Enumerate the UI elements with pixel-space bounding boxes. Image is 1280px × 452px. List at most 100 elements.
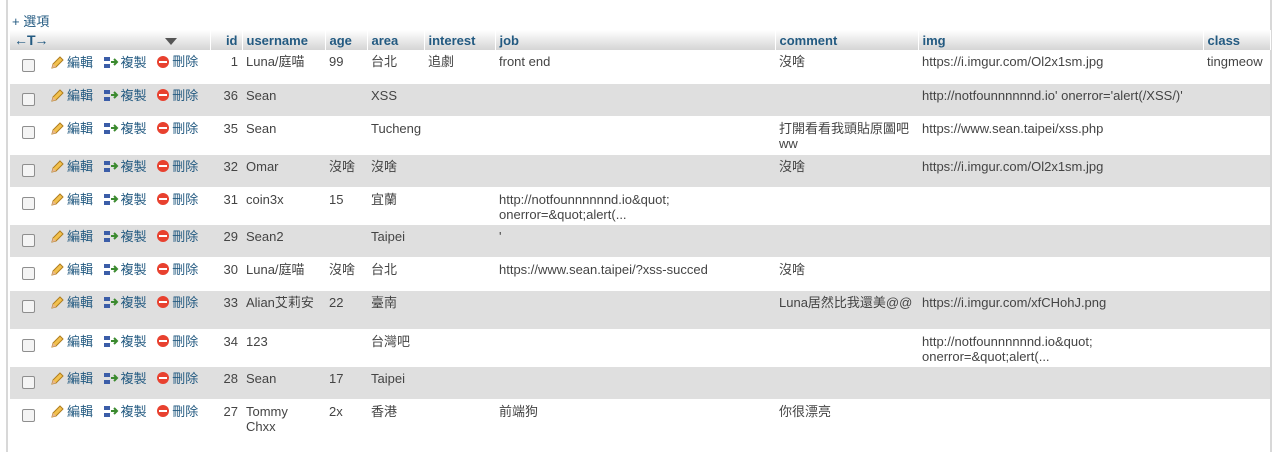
- copy-button[interactable]: 複製: [103, 295, 147, 310]
- copy-button[interactable]: 複製: [103, 121, 147, 136]
- cell-img[interactable]: http://notfounnnnnnd.io&quot; onerror=&q…: [918, 329, 1203, 367]
- cell-interest[interactable]: [424, 257, 495, 291]
- cell-interest[interactable]: [424, 366, 495, 400]
- edit-button[interactable]: 編輯: [50, 404, 93, 419]
- delete-button[interactable]: 刪除: [156, 121, 198, 136]
- cell-age[interactable]: [325, 224, 367, 258]
- copy-button[interactable]: 複製: [103, 371, 147, 386]
- cell-class[interactable]: [1203, 154, 1270, 188]
- edit-button[interactable]: 編輯: [50, 192, 93, 207]
- edit-button[interactable]: 編輯: [50, 262, 93, 277]
- cell-age[interactable]: 沒啥: [325, 257, 367, 291]
- cell-area[interactable]: XSS: [367, 83, 424, 117]
- cell-area[interactable]: 臺南: [367, 290, 424, 330]
- header-area[interactable]: area: [367, 30, 425, 50]
- edit-button[interactable]: 編輯: [50, 88, 93, 103]
- copy-button[interactable]: 複製: [103, 262, 147, 277]
- cell-comment[interactable]: [775, 187, 918, 225]
- cell-img[interactable]: [918, 399, 1203, 438]
- row-checkbox[interactable]: [22, 92, 35, 106]
- cell-comment[interactable]: Luna居然比我還美@@: [775, 290, 918, 330]
- cell-age[interactable]: 22: [325, 290, 367, 330]
- cell-id[interactable]: 36: [210, 83, 242, 117]
- cell-job[interactable]: http://notfounnnnnnd.io&quot; onerror=&q…: [495, 187, 775, 225]
- cell-comment[interactable]: [775, 224, 918, 258]
- cell-age[interactable]: 沒啥: [325, 154, 367, 188]
- cell-interest[interactable]: [424, 399, 495, 438]
- copy-button[interactable]: 複製: [103, 55, 147, 70]
- cell-age[interactable]: 2x: [325, 399, 367, 438]
- edit-button[interactable]: 編輯: [50, 55, 93, 70]
- cell-area[interactable]: 台北: [367, 50, 424, 84]
- header-comment[interactable]: comment: [775, 30, 919, 50]
- copy-button[interactable]: 複製: [103, 334, 147, 349]
- edit-button[interactable]: 編輯: [50, 159, 93, 174]
- cell-username[interactable]: coin3x: [242, 187, 325, 225]
- cell-age[interactable]: [325, 83, 367, 117]
- header-interest[interactable]: interest: [424, 30, 496, 50]
- header-job[interactable]: job: [495, 30, 776, 50]
- cell-img[interactable]: https://www.sean.taipei/xss.php: [918, 116, 1203, 155]
- cell-area[interactable]: 香港: [367, 399, 424, 438]
- cell-comment[interactable]: 你很漂亮: [775, 399, 918, 438]
- cell-area[interactable]: Tucheng: [367, 116, 424, 155]
- edit-button[interactable]: 編輯: [50, 334, 93, 349]
- delete-button[interactable]: 刪除: [156, 371, 198, 386]
- cell-comment[interactable]: 沒啥: [775, 50, 918, 84]
- cell-job[interactable]: [495, 83, 775, 117]
- cell-area[interactable]: Taipei: [367, 366, 424, 400]
- cell-username[interactable]: Luna/庭喵: [242, 257, 325, 291]
- cell-job[interactable]: [495, 290, 775, 330]
- delete-button[interactable]: 刪除: [156, 159, 198, 174]
- delete-button[interactable]: 刪除: [156, 334, 198, 349]
- cell-age[interactable]: 17: [325, 366, 367, 400]
- cell-class[interactable]: [1203, 290, 1270, 330]
- header-class[interactable]: class: [1203, 30, 1271, 50]
- row-checkbox[interactable]: [22, 196, 35, 210]
- header-age[interactable]: age: [325, 30, 368, 50]
- cell-age[interactable]: [325, 116, 367, 155]
- cell-interest[interactable]: [424, 154, 495, 188]
- cell-username[interactable]: 123: [242, 329, 325, 367]
- delete-button[interactable]: 刪除: [156, 262, 198, 277]
- copy-button[interactable]: 複製: [103, 159, 147, 174]
- header-img[interactable]: img: [918, 30, 1204, 50]
- cell-job[interactable]: 前端狗: [495, 399, 775, 438]
- copy-button[interactable]: 複製: [103, 88, 147, 103]
- row-checkbox[interactable]: [22, 299, 35, 313]
- row-checkbox[interactable]: [22, 233, 35, 247]
- row-checkbox[interactable]: [22, 338, 35, 352]
- cell-class[interactable]: tingmeow: [1203, 50, 1270, 84]
- copy-button[interactable]: 複製: [103, 229, 147, 244]
- cell-interest[interactable]: [424, 290, 495, 330]
- cell-id[interactable]: 29: [210, 224, 242, 258]
- cell-area[interactable]: 宜蘭: [367, 187, 424, 225]
- cell-interest[interactable]: [424, 187, 495, 225]
- cell-job[interactable]: [495, 116, 775, 155]
- cell-comment[interactable]: 打開看看我頭貼原圖吧ww: [775, 116, 918, 155]
- cell-id[interactable]: 30: [210, 257, 242, 291]
- cell-img[interactable]: [918, 224, 1203, 258]
- delete-button[interactable]: 刪除: [156, 54, 198, 69]
- cell-class[interactable]: [1203, 399, 1270, 438]
- delete-button[interactable]: 刪除: [156, 192, 198, 207]
- cell-img[interactable]: [918, 187, 1203, 225]
- delete-button[interactable]: 刪除: [156, 295, 198, 310]
- cell-area[interactable]: Taipei: [367, 224, 424, 258]
- cell-area[interactable]: 台灣吧: [367, 329, 424, 367]
- row-checkbox[interactable]: [22, 125, 35, 139]
- cell-img[interactable]: http://notfounnnnnnd.io' onerror='alert(…: [918, 83, 1203, 117]
- cell-id[interactable]: 1: [210, 50, 242, 84]
- cell-area[interactable]: 台北: [367, 257, 424, 291]
- cell-area[interactable]: 沒啥: [367, 154, 424, 188]
- cell-class[interactable]: [1203, 366, 1270, 400]
- edit-button[interactable]: 編輯: [50, 121, 93, 136]
- dropdown-triangle-icon[interactable]: [164, 38, 177, 45]
- header-username[interactable]: username: [242, 30, 326, 50]
- cell-id[interactable]: 28: [210, 366, 242, 400]
- cell-img[interactable]: https://i.imgur.com/xfCHohJ.png: [918, 290, 1203, 330]
- row-checkbox[interactable]: [22, 266, 35, 280]
- cell-age[interactable]: 15: [325, 187, 367, 225]
- cell-id[interactable]: 34: [210, 329, 242, 367]
- cell-job[interactable]: front end: [495, 50, 775, 84]
